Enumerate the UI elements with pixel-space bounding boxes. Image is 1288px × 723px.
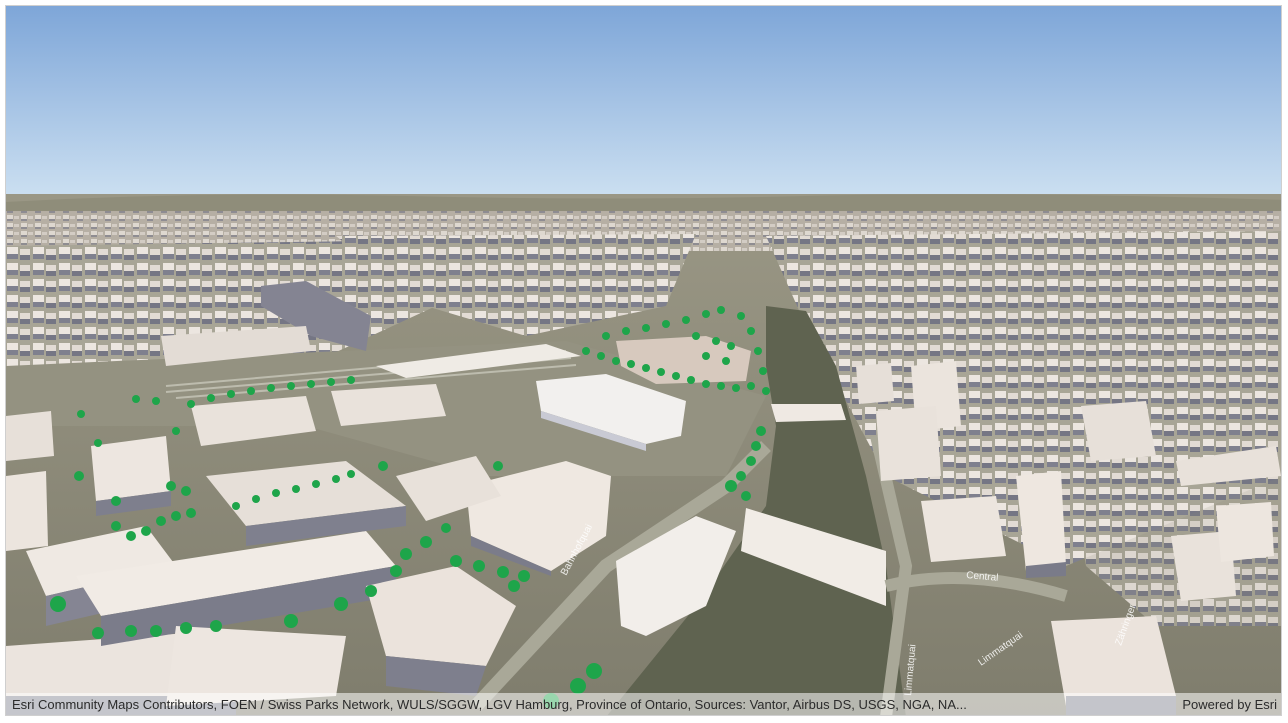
- bridge-upper: [771, 404, 846, 422]
- map-view[interactable]: Bahnhofquai Limmatquai Limmatquai Centra…: [5, 5, 1282, 716]
- scene-canvas[interactable]: Bahnhofquai Limmatquai Limmatquai Centra…: [6, 6, 1282, 716]
- attribution-credits[interactable]: Esri Community Maps Contributors, FOEN /…: [12, 697, 967, 712]
- sky: [6, 6, 1281, 206]
- map-attribution: Esri Community Maps Contributors, FOEN /…: [6, 693, 1281, 715]
- powered-by-esri[interactable]: Powered by Esri: [1182, 697, 1277, 712]
